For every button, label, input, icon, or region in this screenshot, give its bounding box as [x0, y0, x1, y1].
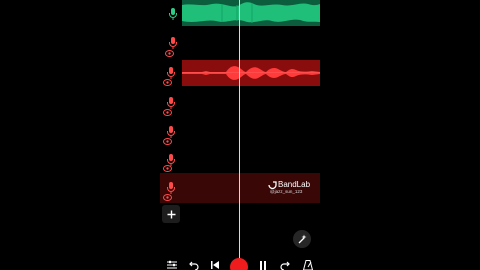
bandlab-brand-name: BandLab: [278, 180, 311, 189]
mic-icon[interactable]: [166, 182, 176, 194]
mic-icon[interactable]: [168, 37, 178, 49]
add-track-button[interactable]: [162, 205, 180, 223]
waveform-green: [182, 2, 320, 23]
eye-icon[interactable]: [163, 165, 172, 172]
skip-back-icon[interactable]: [210, 260, 220, 270]
transport-toolbar: [160, 258, 320, 270]
green-audio-clip[interactable]: [182, 0, 320, 26]
eye-icon[interactable]: [163, 79, 172, 86]
record-button[interactable]: [230, 258, 248, 270]
metronome-icon[interactable]: [303, 260, 313, 270]
redo-icon[interactable]: [280, 260, 290, 270]
plus-icon: [167, 210, 175, 218]
track-1[interactable]: [160, 0, 320, 28]
daw-view: BandLab @jazz_sun_123: [160, 0, 320, 270]
mic-icon[interactable]: [166, 67, 176, 79]
bandlab-logo-icon: [268, 181, 277, 189]
track-3[interactable]: [160, 62, 320, 90]
undo-icon[interactable]: [189, 260, 199, 270]
pause-icon[interactable]: [258, 260, 268, 270]
mic-icon[interactable]: [166, 97, 176, 109]
eye-icon[interactable]: [165, 50, 174, 57]
track-5[interactable]: [160, 122, 320, 150]
mixer-icon[interactable]: [167, 260, 177, 270]
track-2-controls: [162, 30, 180, 58]
mic-icon[interactable]: [166, 126, 176, 138]
track-4[interactable]: [160, 92, 320, 120]
eye-icon[interactable]: [163, 194, 172, 201]
track-6[interactable]: [160, 152, 320, 174]
track-2[interactable]: [160, 30, 320, 86]
magic-wand-icon: [298, 234, 307, 244]
eye-icon[interactable]: [163, 138, 172, 145]
eye-icon[interactable]: [163, 109, 172, 116]
watermark-handle: @jazz_sun_123: [270, 189, 303, 194]
effects-button[interactable]: [293, 230, 311, 248]
bandlab-watermark: BandLab @jazz_sun_123: [268, 180, 318, 196]
playhead[interactable]: [239, 0, 240, 260]
mic-icon[interactable]: [168, 8, 178, 20]
track-1-controls: [162, 0, 180, 28]
